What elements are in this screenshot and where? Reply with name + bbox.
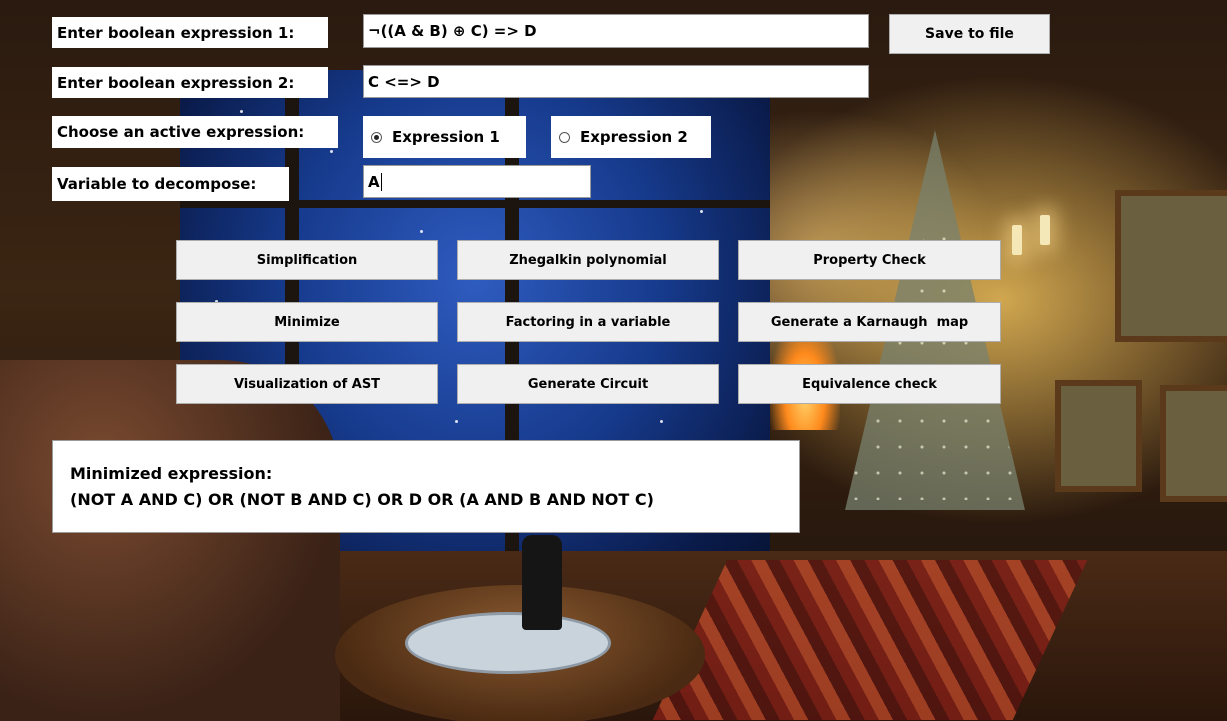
text-caret: [380, 172, 382, 191]
variable-input[interactable]: A: [363, 165, 591, 198]
window-frame-bar: [180, 200, 770, 208]
result-value: (NOT A AND C) OR (NOT B AND C) OR D OR (…: [70, 490, 654, 509]
zhegalkin-polynomial-button[interactable]: Zhegalkin polynomial: [457, 240, 719, 280]
background-candle: [1012, 225, 1022, 255]
radio-expression-2[interactable]: Expression 2: [551, 116, 711, 158]
expression2-label: Enter boolean expression 2:: [52, 67, 328, 98]
equivalence-check-button[interactable]: Equivalence check: [738, 364, 1001, 404]
background-picture-frame: [1160, 385, 1227, 502]
snowflake: [330, 150, 333, 153]
property-check-button[interactable]: Property Check: [738, 240, 1001, 280]
result-output: Minimized expression: (NOT A AND C) OR (…: [52, 440, 800, 533]
snowflake: [240, 110, 243, 113]
snowflake: [455, 420, 458, 423]
simplification-button[interactable]: Simplification: [176, 240, 438, 280]
background-rug: [652, 560, 1088, 720]
background-picture-frame: [1055, 380, 1142, 492]
save-to-file-button[interactable]: Save to file: [889, 14, 1050, 54]
expression1-label: Enter boolean expression 1:: [52, 17, 328, 48]
background-sofa: [0, 360, 340, 721]
radio-expression-1[interactable]: Expression 1: [363, 116, 526, 158]
result-title: Minimized expression:: [70, 464, 273, 483]
expression2-input[interactable]: C <=> D: [363, 65, 869, 98]
ast-visualization-button[interactable]: Visualization of AST: [176, 364, 438, 404]
background-plate: [405, 612, 611, 674]
background-picture-frame: [1115, 190, 1227, 342]
snowflake: [420, 230, 423, 233]
variable-input-value: A: [368, 172, 380, 191]
expression1-input[interactable]: ¬((A & B) ⊕ C) => D: [363, 14, 869, 48]
active-expression-label: Choose an active expression:: [52, 116, 338, 148]
variable-label: Variable to decompose:: [52, 167, 289, 201]
radio-unchecked-icon[interactable]: [559, 131, 570, 143]
factoring-button[interactable]: Factoring in a variable: [457, 302, 719, 342]
background-bottle: [522, 535, 562, 630]
minimize-button[interactable]: Minimize: [176, 302, 438, 342]
radio-expression-1-label: Expression 1: [392, 128, 500, 146]
karnaugh-map-button[interactable]: Generate a Karnaugh map: [738, 302, 1001, 342]
background-scene: [0, 0, 1227, 721]
snowflake: [660, 420, 663, 423]
generate-circuit-button[interactable]: Generate Circuit: [457, 364, 719, 404]
snowflake: [700, 210, 703, 213]
background-candle: [1040, 215, 1050, 245]
radio-expression-2-label: Expression 2: [580, 128, 688, 146]
radio-checked-icon[interactable]: [371, 131, 382, 143]
